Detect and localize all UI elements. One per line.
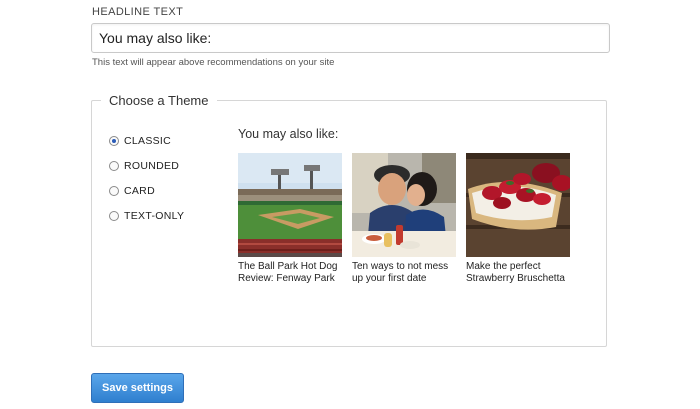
- recommendation-caption[interactable]: Make the perfect Strawberry Bruschetta: [466, 261, 570, 285]
- recommendation-card[interactable]: Ten ways to not mess up your first date: [352, 153, 456, 285]
- recommendation-card[interactable]: The Ball Park Hot Dog Review: Fenway Par…: [238, 153, 342, 285]
- radio-card[interactable]: CARD: [109, 185, 155, 197]
- radio-text-only[interactable]: TEXT-ONLY: [109, 210, 184, 222]
- theme-legend: Choose a Theme: [101, 93, 217, 108]
- radio-button-card[interactable]: [109, 186, 119, 196]
- radio-label-card: CARD: [124, 185, 155, 197]
- preview-heading: You may also like:: [238, 127, 339, 141]
- strawberry-bruschetta-image[interactable]: [466, 153, 570, 257]
- headline-help-text: This text will appear above recommendati…: [92, 57, 335, 68]
- couple-kissing-image[interactable]: [352, 153, 456, 257]
- radio-classic[interactable]: CLASSIC: [109, 135, 171, 147]
- radio-label-text-only: TEXT-ONLY: [124, 210, 185, 222]
- recommendation-caption[interactable]: The Ball Park Hot Dog Review: Fenway Par…: [238, 261, 342, 285]
- radio-button-text-only[interactable]: [109, 211, 119, 221]
- radio-label-classic: CLASSIC: [124, 135, 172, 147]
- recommendation-caption[interactable]: Ten ways to not mess up your first date: [352, 261, 456, 285]
- radio-button-rounded[interactable]: [109, 161, 119, 171]
- headline-text-input[interactable]: [91, 23, 610, 53]
- radio-button-classic[interactable]: [109, 136, 119, 146]
- radio-label-rounded: ROUNDED: [124, 160, 180, 172]
- save-settings-button[interactable]: Save settings: [91, 373, 184, 403]
- recommendation-card[interactable]: Make the perfect Strawberry Bruschetta: [466, 153, 570, 285]
- radio-rounded[interactable]: ROUNDED: [109, 160, 179, 172]
- baseball-stadium-image[interactable]: [238, 153, 342, 257]
- headline-label: HEADLINE TEXT: [92, 6, 184, 18]
